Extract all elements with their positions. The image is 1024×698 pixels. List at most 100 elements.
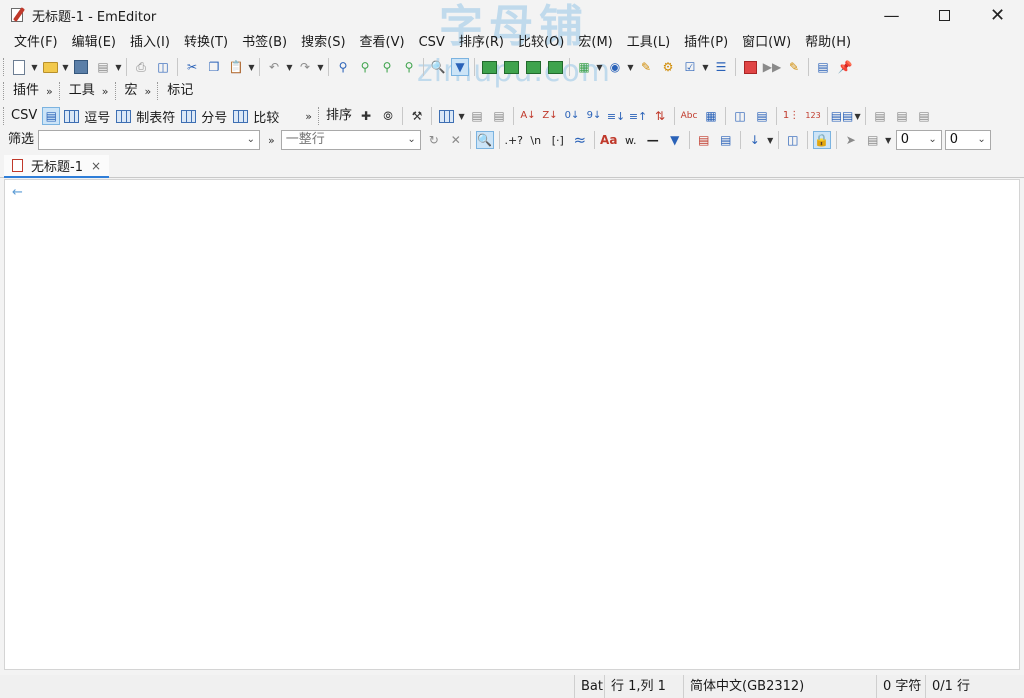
properties-button[interactable]: ⚙ xyxy=(659,58,677,76)
spell-check-dropdown-icon[interactable]: ▼ xyxy=(701,63,710,72)
status-cursor-position[interactable]: 行 1,列 1 xyxy=(604,675,666,698)
edit-macro-button[interactable]: ✎ xyxy=(785,58,803,76)
encoding-dropdown-icon[interactable]: ▼ xyxy=(626,63,635,72)
line-numbers-button[interactable]: 1⋮ xyxy=(782,107,800,125)
chevron-down-icon[interactable]: ⌄ xyxy=(407,131,415,149)
next-match-dropdown-icon[interactable]: ▼ xyxy=(766,136,775,145)
sort-options-button[interactable]: ⦾ xyxy=(379,107,397,125)
close-button[interactable]: ✕ xyxy=(971,0,1024,30)
marks-toolbar-label[interactable]: 标记 xyxy=(162,80,198,102)
tools-toolbar-label[interactable]: 工具 xyxy=(64,80,100,102)
columns-button[interactable] xyxy=(437,107,455,125)
open-dropdown-icon[interactable]: ▼ xyxy=(61,63,70,72)
csv-extra-button-3[interactable]: ▤ xyxy=(915,107,933,125)
toolbar-grip[interactable] xyxy=(157,82,159,100)
toolbar-grip[interactable] xyxy=(58,82,61,100)
sort-add-button[interactable]: ✚ xyxy=(357,107,375,125)
replace-button[interactable]: ⚲ xyxy=(400,58,418,76)
toolbar-grip[interactable] xyxy=(114,82,117,100)
tab-close-icon[interactable]: × xyxy=(91,159,101,173)
reverse-sort-button[interactable]: ⇅ xyxy=(651,107,669,125)
menu-insert[interactable]: 插入(I) xyxy=(123,32,177,54)
plugins-chevron-icon[interactable]: » xyxy=(44,85,59,98)
join-csv-button[interactable]: ▤ xyxy=(468,107,486,125)
menu-help[interactable]: 帮助(H) xyxy=(798,32,858,54)
toolbar-grip[interactable] xyxy=(3,58,5,76)
new-dropdown-icon[interactable]: ▼ xyxy=(30,63,39,72)
column-width-dropdown-icon[interactable]: ▼ xyxy=(853,112,862,121)
filter-bookmark-button[interactable]: ▤ xyxy=(717,131,735,149)
lock-filter-button[interactable]: 🔒 xyxy=(812,131,831,149)
maximize-button[interactable] xyxy=(918,0,971,30)
menu-csv[interactable]: CSV xyxy=(412,32,452,54)
context-after-select[interactable]: 0 ⌄ xyxy=(944,130,991,150)
find-in-files-button[interactable]: 🔍 xyxy=(429,58,447,76)
move-column-button[interactable]: ▤ xyxy=(753,107,771,125)
menu-sort[interactable]: 排序(R) xyxy=(452,32,511,54)
find-next-button[interactable]: ⚲ xyxy=(356,58,374,76)
redo-button[interactable]: ↷ xyxy=(296,58,314,76)
customize-button[interactable]: ✎ xyxy=(637,58,655,76)
line-filter-button[interactable]: — xyxy=(644,131,662,149)
clear-filter-button[interactable]: ✕ xyxy=(447,131,465,149)
whole-word-button[interactable]: w. xyxy=(622,131,640,149)
chevron-down-icon[interactable]: ⌄ xyxy=(928,131,936,149)
macros-chevron-icon[interactable]: » xyxy=(143,85,158,98)
match-case-button[interactable]: Aa xyxy=(600,131,618,149)
plugins-toolbar-label[interactable]: 插件 xyxy=(8,80,44,102)
csv-normal-mode-button[interactable]: ▤ xyxy=(42,107,61,125)
menu-macros[interactable]: 宏(M) xyxy=(571,32,619,54)
toolbar-grip[interactable] xyxy=(3,107,5,125)
menu-window[interactable]: 窗口(W) xyxy=(735,32,798,54)
filter-to-new-doc-button[interactable]: ▤ xyxy=(695,131,713,149)
filter-window-button[interactable]: ◫ xyxy=(784,131,802,149)
csv-compare-button[interactable]: 比较 xyxy=(231,107,279,126)
copy-button[interactable]: ❐ xyxy=(205,58,223,76)
menu-edit[interactable]: 编辑(E) xyxy=(65,32,123,54)
toolbar-grip[interactable] xyxy=(3,82,5,100)
columns-dropdown-icon[interactable]: ▼ xyxy=(457,112,466,121)
stop-macro-button[interactable] xyxy=(741,58,759,76)
sort-9-0-button[interactable]: 9↓ xyxy=(585,107,603,125)
filter-more-chevron-icon[interactable]: » xyxy=(260,134,281,147)
outline-button[interactable]: ☰ xyxy=(712,58,730,76)
menu-tools[interactable]: 工具(L) xyxy=(620,32,677,54)
tools-chevron-icon[interactable]: » xyxy=(100,85,115,98)
print-preview-button[interactable]: ◫ xyxy=(154,58,172,76)
filter-input[interactable]: ⌄ xyxy=(38,130,261,150)
sort-a-z-button[interactable]: A↓ xyxy=(519,107,537,125)
filter-scope-select[interactable]: 一整行 ⌄ xyxy=(280,130,421,150)
sort-z-a-button[interactable]: Z↓ xyxy=(541,107,559,125)
wrap-by-window-button[interactable] xyxy=(524,58,542,76)
split-csv-button[interactable]: ▤ xyxy=(490,107,508,125)
next-match-button[interactable]: ↓ xyxy=(746,131,764,149)
chevron-down-icon[interactable]: ⌄ xyxy=(247,131,255,149)
split-window-button[interactable]: ▤ xyxy=(814,58,832,76)
filter-pointer-button[interactable]: ➤ xyxy=(842,131,860,149)
sort-length-asc-button[interactable]: ≡↓ xyxy=(607,107,625,125)
status-encoding[interactable]: 简体中文(GB2312) xyxy=(683,675,804,698)
paste-button[interactable]: 📋 xyxy=(227,58,245,76)
cut-button[interactable]: ✂ xyxy=(183,58,201,76)
menu-plugins[interactable]: 插件(P) xyxy=(677,32,735,54)
print-button[interactable]: ⎙ xyxy=(132,58,150,76)
sort-0-9-button[interactable]: 0↓ xyxy=(563,107,581,125)
refresh-filter-button[interactable]: ↻ xyxy=(425,131,443,149)
menu-file[interactable]: 文件(F) xyxy=(7,32,65,54)
advanced-filter-button[interactable]: 🔍 xyxy=(475,131,494,149)
csv-comma-button[interactable]: 逗号 xyxy=(62,107,110,126)
wrap-by-page-button[interactable] xyxy=(546,58,564,76)
wrap-by-chars-button[interactable] xyxy=(502,58,520,76)
encoding-button[interactable]: ◉ xyxy=(606,58,624,76)
status-highlight-mode[interactable]: Bat xyxy=(574,675,603,698)
bracket-match-button[interactable]: [·] xyxy=(549,131,567,149)
document-tab[interactable]: 无标题-1 × xyxy=(4,155,110,178)
csv-extra-button-1[interactable]: ▤ xyxy=(871,107,889,125)
filter-button[interactable]: ▼ xyxy=(451,58,469,76)
clear-all-filters-button[interactable]: ▼ xyxy=(666,131,684,149)
open-file-button[interactable] xyxy=(41,58,59,76)
ruler-button[interactable]: 123 xyxy=(804,107,822,125)
menu-compare[interactable]: 比较(O) xyxy=(511,32,571,54)
configuration-button[interactable]: ▦ xyxy=(575,58,593,76)
delete-duplicates-button[interactable]: Abc xyxy=(680,107,698,125)
